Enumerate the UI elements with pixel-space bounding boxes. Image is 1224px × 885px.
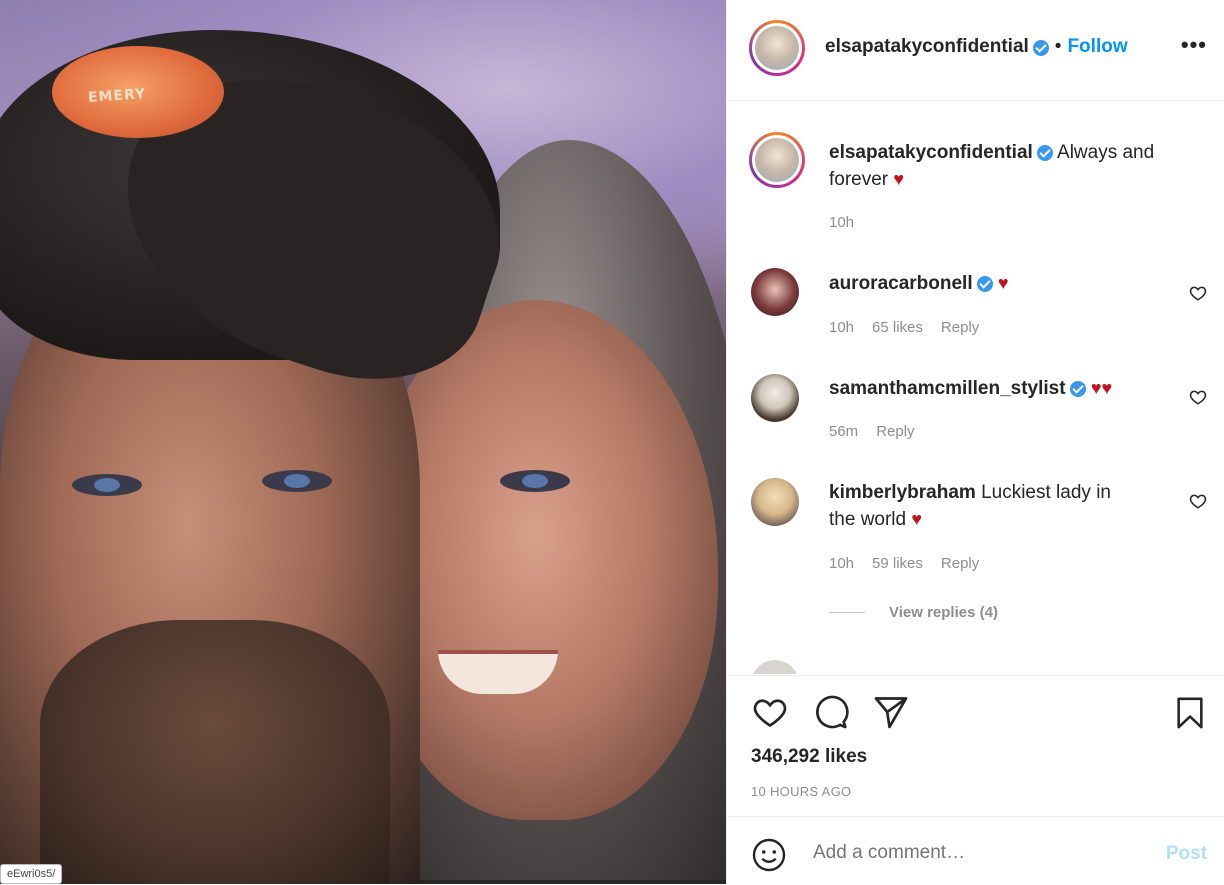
post-comment-button[interactable]: Post	[1166, 843, 1207, 865]
header-user-row: elsapatakyconfidential • Follow	[825, 36, 1128, 58]
comment-avatar[interactable]	[751, 660, 799, 674]
comment-line1: Luckiest lady in	[981, 482, 1111, 503]
heart-emoji: ♥	[911, 509, 923, 529]
comment-text: kimberlybraham Luckiest lady in the worl…	[829, 480, 1169, 533]
verified-icon	[1032, 39, 1049, 56]
follow-button[interactable]: Follow	[1067, 36, 1127, 57]
post-side-panel: elsapatakyconfidential • Follow ••• elsapa…	[726, 0, 1224, 884]
photo-eye	[262, 470, 332, 492]
photo-eye	[72, 474, 142, 496]
comments-list[interactable]: elsapatakyconfidential Always and foreve…	[727, 100, 1224, 674]
url-tag: eEwri0s5/	[0, 864, 63, 884]
post-photo[interactable]: EMERY eEwri0s5/	[0, 0, 726, 884]
comment-likes[interactable]: 65 likes	[872, 319, 923, 336]
comment-username[interactable]: kimberlybraham	[829, 482, 976, 503]
comment-avatar[interactable]	[751, 374, 799, 422]
post-timestamp[interactable]: 10 HOURS AGO	[751, 784, 851, 799]
replies-divider	[829, 612, 865, 613]
comment-likes[interactable]: 59 likes	[872, 555, 923, 572]
caption-line2: forever	[829, 169, 889, 190]
view-replies-button[interactable]: View replies (4)	[889, 604, 998, 621]
likes-count[interactable]: 346,292 likes	[751, 746, 867, 768]
heart-emoji: ♥♥	[1090, 378, 1113, 398]
share-icon[interactable]	[873, 694, 909, 730]
comment-icon[interactable]	[813, 694, 849, 730]
post-actions: 346,292 likes 10 HOURS AGO	[727, 675, 1224, 816]
comment-text: auroracarbonell ♥	[829, 270, 1009, 297]
reply-button[interactable]: Reply	[941, 555, 979, 572]
post-header: elsapatakyconfidential • Follow •••	[727, 0, 1224, 101]
verified-icon	[976, 275, 993, 292]
verified-icon	[1036, 144, 1053, 161]
caption-avatar[interactable]	[749, 132, 805, 188]
comment-avatar[interactable]	[751, 478, 799, 526]
comment-meta: 56m Reply	[829, 423, 933, 440]
heart-outline-icon[interactable]	[1189, 492, 1207, 510]
heart-emoji: ♥	[997, 273, 1009, 293]
photo-beard	[40, 620, 390, 884]
comment-avatar[interactable]	[751, 268, 799, 316]
photo-eye	[500, 470, 570, 492]
instagram-post-viewer: EMERY eEwri0s5/ elsapatakyconfidential • F…	[0, 0, 1224, 884]
emoji-icon[interactable]	[751, 837, 787, 873]
caption-text: elsapatakyconfidential Always and foreve…	[829, 140, 1199, 193]
comment-time[interactable]: 10h	[829, 319, 854, 336]
add-comment-bar: Post	[727, 816, 1224, 885]
caption-time[interactable]: 10h	[829, 214, 854, 231]
heart-outline-icon[interactable]	[1189, 388, 1207, 406]
verified-icon	[1069, 380, 1086, 397]
comment-line2: the world	[829, 509, 907, 530]
save-bookmark-icon[interactable]	[1173, 694, 1207, 732]
comment-username[interactable]: auroracarbonell	[829, 273, 973, 294]
header-avatar[interactable]	[749, 20, 805, 76]
separator-dot: •	[1054, 36, 1062, 57]
caption-username[interactable]: elsapatakyconfidential	[829, 142, 1033, 163]
comment-time[interactable]: 10h	[829, 555, 854, 572]
comment-username[interactable]: samanthamcmillen_stylist	[829, 378, 1066, 399]
heart-outline-icon[interactable]	[1189, 284, 1207, 302]
more-options-icon[interactable]: •••	[1181, 32, 1207, 58]
heart-emoji: ♥	[893, 169, 905, 189]
reply-button[interactable]: Reply	[941, 319, 979, 336]
comment-time[interactable]: 56m	[829, 423, 858, 440]
reply-button[interactable]: Reply	[876, 423, 914, 440]
like-icon[interactable]	[751, 694, 789, 730]
comment-text: samanthamcmillen_stylist ♥♥	[829, 375, 1112, 402]
add-comment-input[interactable]	[811, 841, 1135, 865]
comment-meta: 10h 59 likes Reply	[829, 555, 997, 572]
header-username[interactable]: elsapatakyconfidential	[825, 36, 1029, 57]
comment-meta: 10h 65 likes Reply	[829, 319, 997, 336]
caption-line1: Always and	[1057, 142, 1155, 163]
